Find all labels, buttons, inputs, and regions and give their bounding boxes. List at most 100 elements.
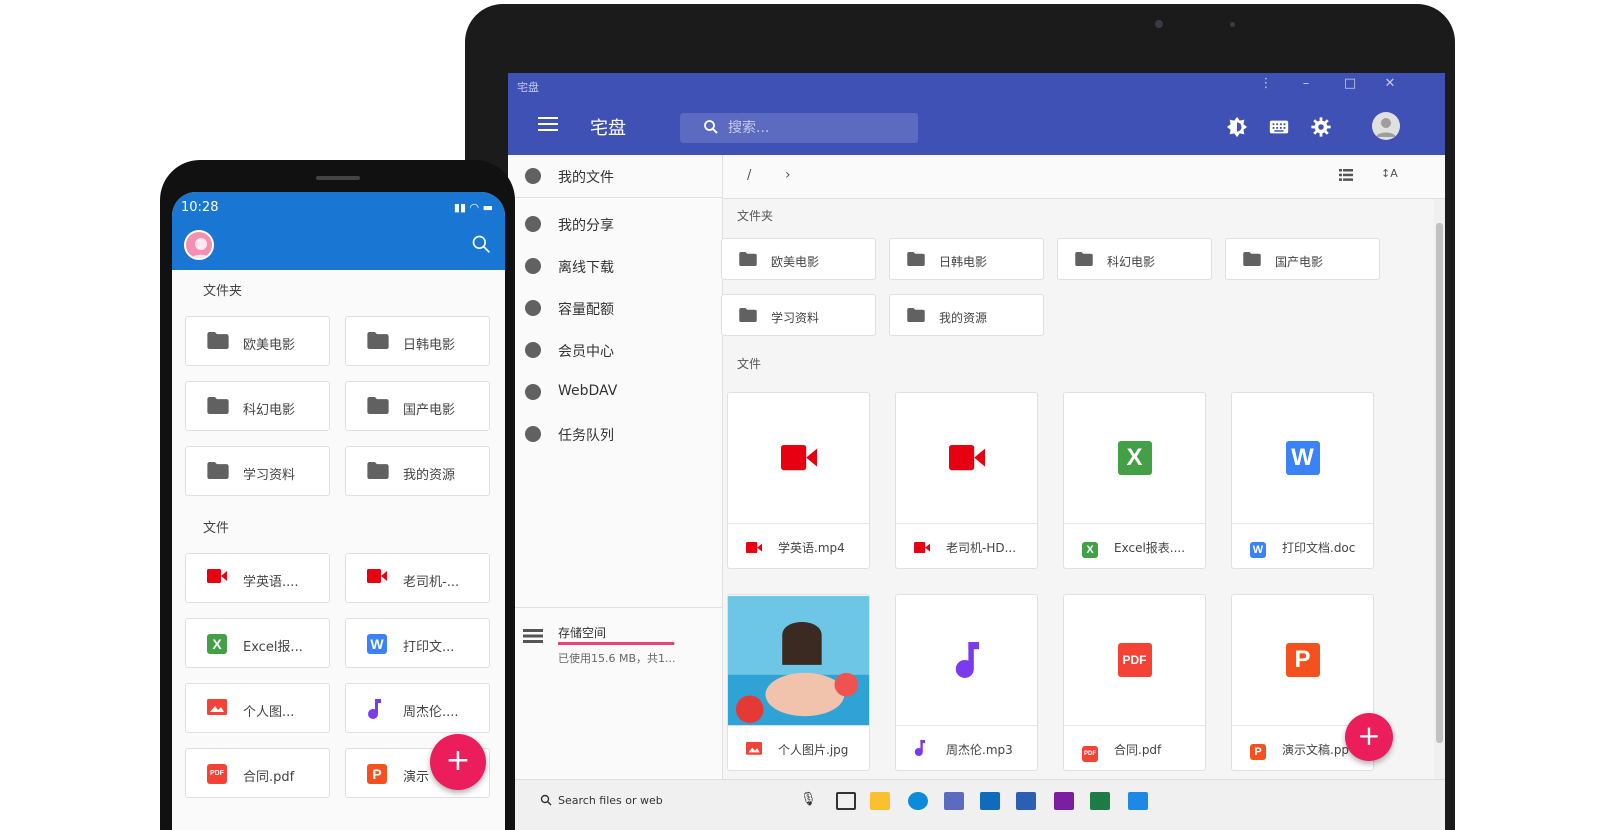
folder-icon — [207, 397, 229, 418]
close-button[interactable]: ✕ — [1380, 76, 1400, 91]
folder-card[interactable]: 欧美电影 — [721, 238, 876, 280]
chevron-right-icon[interactable]: › — [785, 167, 791, 183]
phone-file-card[interactable]: 学英语.... — [185, 553, 330, 603]
word-app-icon[interactable] — [1016, 792, 1036, 810]
window-title: 宅盘 — [517, 81, 539, 94]
phone-search-icon[interactable] — [471, 234, 491, 254]
onenote-icon[interactable] — [1054, 792, 1074, 810]
sidebar-item-7[interactable]: 任务队列 — [508, 413, 723, 455]
file-name: 学英语.... — [243, 575, 299, 590]
files-section-label: 文件 — [737, 357, 762, 371]
video-file-icon — [207, 569, 227, 587]
file-name: 学英语.mp4 — [778, 541, 845, 555]
scrollbar-thumb[interactable] — [1436, 223, 1443, 743]
clipboard-icon — [523, 424, 543, 444]
task-view-icon[interactable] — [836, 792, 856, 810]
phone-folder-card[interactable]: 日韩电影 — [345, 316, 490, 366]
keyboard-icon[interactable] — [1268, 116, 1290, 138]
storage-panel[interactable]: 存储空间 已使用15.6 MB，共1... — [508, 607, 723, 667]
edge-icon[interactable] — [908, 792, 928, 810]
sidebar-item-6[interactable]: WebDAV — [508, 371, 723, 413]
file-name: 打印文... — [403, 640, 455, 655]
photos-icon[interactable] — [1128, 792, 1148, 810]
minimize-button[interactable]: – — [1296, 76, 1316, 91]
file-card[interactable]: 学英语.mp4 — [727, 392, 870, 569]
file-card[interactable]: 周杰伦.mp3 — [895, 594, 1038, 771]
pdf-file-icon: PDF — [1082, 740, 1098, 762]
folder-icon — [367, 462, 389, 483]
search-box[interactable] — [680, 113, 918, 143]
folder-icon — [907, 308, 925, 325]
settings-icon[interactable] — [1310, 116, 1332, 138]
phone-folder-card[interactable]: 欧美电影 — [185, 316, 330, 366]
sidebar-item-2[interactable]: 我的分享 — [508, 203, 723, 245]
sidebar-item-label: 会员中心 — [558, 344, 614, 360]
phone-user-avatar[interactable] — [184, 230, 214, 260]
folder-card[interactable]: 国产电影 — [1225, 238, 1380, 280]
excel-file-icon: X — [1082, 538, 1098, 558]
more-options-icon[interactable]: ⋮ — [1256, 76, 1276, 91]
person-folder-icon — [523, 166, 543, 186]
search-input[interactable] — [728, 117, 908, 139]
title-bar: 宅盘 ⋮ – □ ✕ — [508, 73, 1445, 98]
phone-folder-card[interactable]: 国产电影 — [345, 381, 490, 431]
phone-add-button[interactable]: + — [430, 734, 486, 790]
folder-card[interactable]: 科幻电影 — [1057, 238, 1212, 280]
folder-icon — [207, 332, 229, 353]
add-button[interactable]: + — [1345, 713, 1393, 761]
sort-icon[interactable]: ↕A — [1381, 167, 1398, 180]
sidebar-item-5[interactable]: 会员中心 — [508, 329, 723, 371]
phone-file-card[interactable]: 个人图... — [185, 683, 330, 733]
folder-icon — [1243, 252, 1261, 269]
phone-file-card[interactable]: W 打印文... — [345, 618, 490, 668]
file-name: 老司机-... — [403, 575, 460, 590]
account-icon — [1376, 118, 1396, 137]
phone-folder-card[interactable]: 科幻电影 — [185, 381, 330, 431]
avatar-icon — [191, 238, 211, 258]
file-card[interactable]: 个人图片.jpg — [727, 594, 870, 771]
breadcrumb-root[interactable]: / — [747, 168, 751, 183]
sidebar-item-3[interactable]: 离线下载 — [508, 245, 723, 287]
app-title: 宅盘 — [590, 118, 626, 139]
folder-icon — [207, 462, 229, 483]
list-view-icon[interactable] — [1339, 169, 1353, 181]
folder-name: 科幻电影 — [243, 403, 296, 418]
ppt-file-icon: P — [1250, 740, 1266, 760]
file-card[interactable]: W W 打印文档.doc — [1231, 392, 1374, 569]
desktop-window: 宅盘 ⋮ – □ ✕ 宅盘 我的文件我的分享离线下载容量配额会员中心 WebDAV… — [508, 73, 1445, 830]
user-avatar[interactable] — [1372, 112, 1400, 140]
teams-icon[interactable] — [944, 792, 964, 810]
folder-icon — [739, 252, 757, 269]
file-card[interactable]: X X Excel报表.... — [1063, 392, 1206, 569]
sidebar-item-4[interactable]: 容量配额 — [508, 287, 723, 329]
file-explorer-icon[interactable] — [870, 792, 890, 810]
folder-card[interactable]: 学习资料 — [721, 294, 876, 336]
maximize-button[interactable]: □ — [1340, 76, 1360, 91]
sidebar: 我的文件我的分享 离线下载 容量配额会员中心 WebDAV 任务队列 存储空间 已使用1… — [508, 155, 723, 830]
phone-file-card[interactable]: X Excel报... — [185, 618, 330, 668]
sidebar-item-1[interactable]: 我的文件 — [508, 155, 723, 197]
folder-name: 欧美电影 — [243, 338, 296, 353]
taskbar-search-input[interactable]: Search files or web — [558, 794, 663, 807]
excel-file-icon: X — [207, 634, 227, 654]
menu-icon[interactable] — [538, 117, 558, 133]
phone-file-card[interactable]: PDF 合同.pdf — [185, 748, 330, 798]
phone-file-card[interactable]: 周杰伦.... — [345, 683, 490, 733]
pdf-file-icon: PDF — [207, 764, 227, 784]
file-card[interactable]: PDF PDF 合同.pdf — [1063, 594, 1206, 771]
microphone-icon[interactable]: 🎙 — [800, 792, 817, 807]
phone-folder-card[interactable]: 学习资料 — [185, 446, 330, 496]
folder-card[interactable]: 日韩电影 — [889, 238, 1044, 280]
file-name: 演示 — [403, 770, 430, 785]
folder-card[interactable]: 我的资源 — [889, 294, 1044, 336]
theme-toggle-icon[interactable] — [1226, 116, 1248, 138]
phone-file-card[interactable]: 老司机-... — [345, 553, 490, 603]
taskbar-search-icon — [540, 794, 552, 806]
file-card[interactable]: 老司机-HD... — [895, 392, 1038, 569]
file-name: 合同.pdf — [1114, 743, 1162, 757]
phone-folder-card[interactable]: 我的资源 — [345, 446, 490, 496]
folder-name: 我的资源 — [403, 468, 456, 483]
excel-app-icon[interactable] — [1090, 792, 1110, 810]
storage-usage-text: 已使用15.6 MB，共1... — [558, 652, 676, 665]
outlook-icon[interactable] — [980, 792, 1000, 810]
